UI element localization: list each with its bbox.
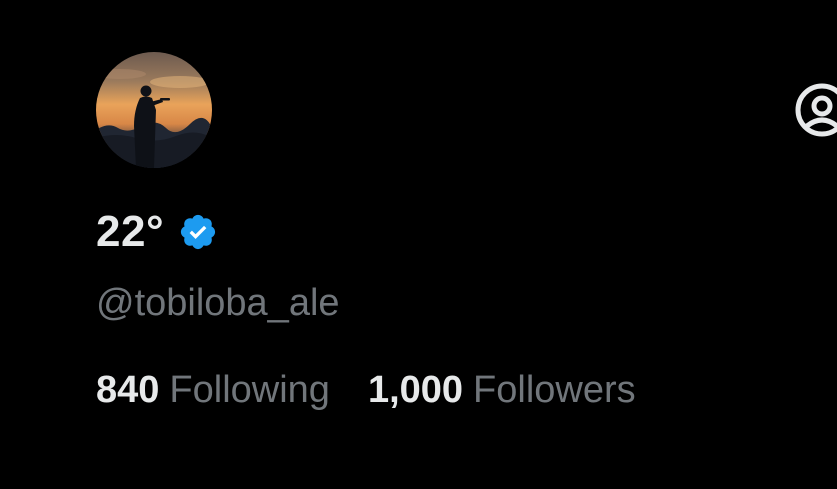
avatar-image (96, 52, 212, 168)
following-stat[interactable]: 840 Following (96, 369, 330, 412)
followers-count: 1,000 (367, 369, 464, 411)
followers-label: Followers (473, 369, 636, 411)
profile-stats: 840 Following 1,000 Followers (96, 369, 636, 412)
display-name: 22° (96, 207, 165, 256)
following-count: 840 (96, 369, 160, 411)
followers-stat[interactable]: 1,000 Followers (368, 369, 636, 412)
profile-name-row: 22° (96, 204, 218, 260)
avatar[interactable] (96, 52, 212, 168)
profile-handle: @tobiloba_ale (96, 282, 340, 324)
following-label: Following (169, 369, 330, 411)
verified-badge-icon[interactable] (178, 212, 218, 252)
account-switch-icon[interactable] (794, 82, 837, 138)
